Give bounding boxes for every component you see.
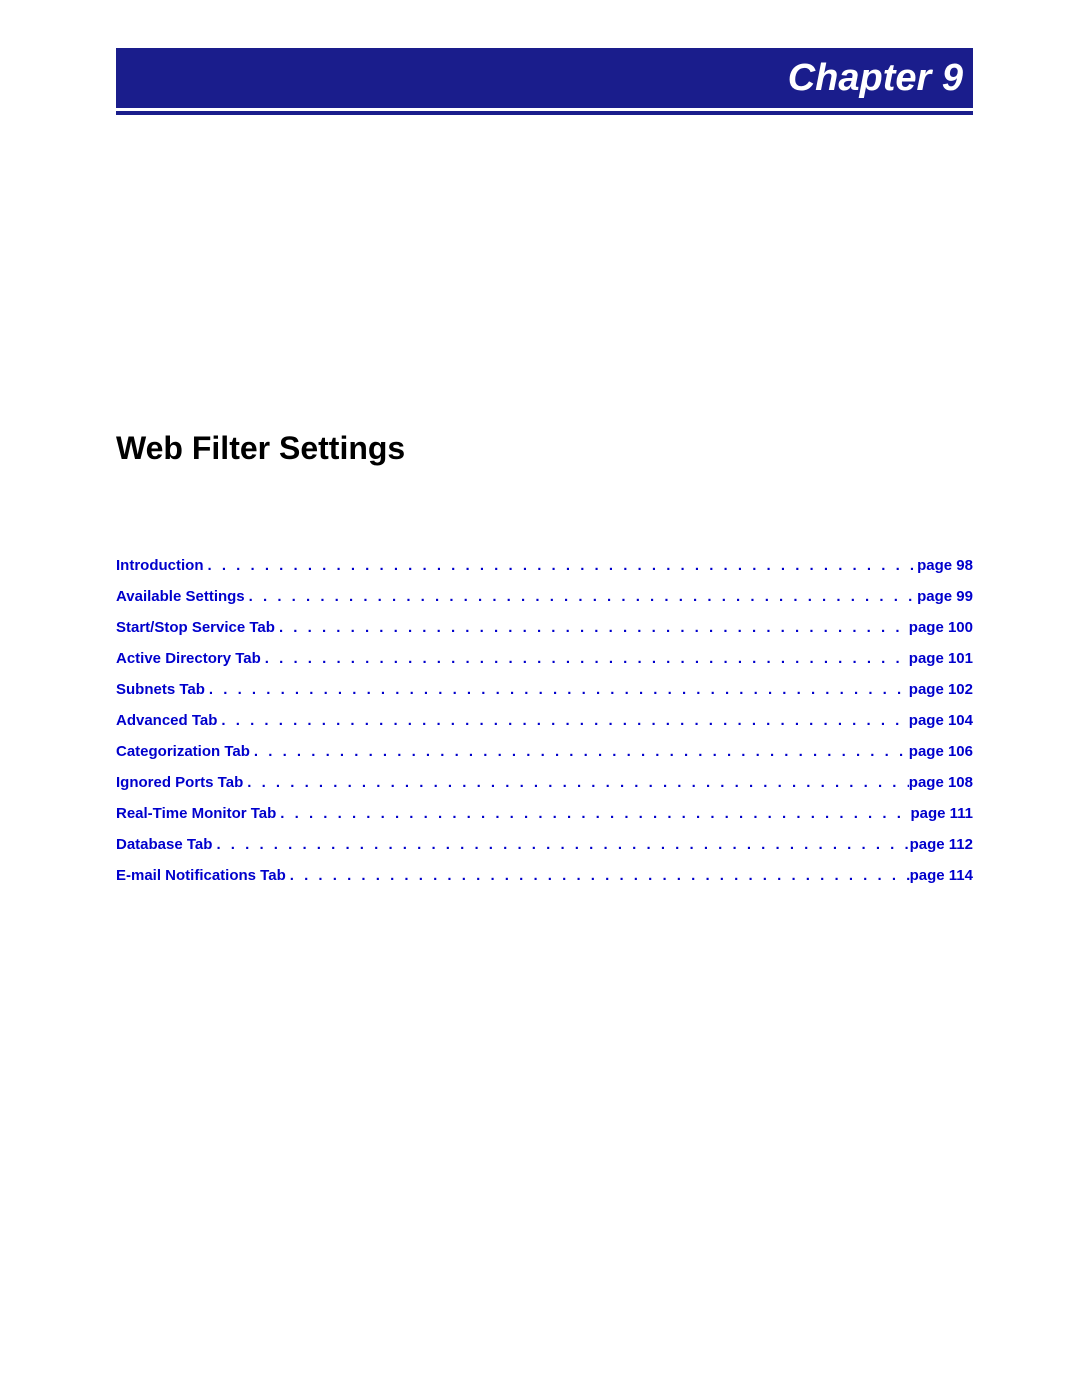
toc-entry[interactable]: Available Settings page 99 <box>116 588 973 605</box>
toc-leader-dots <box>203 557 917 574</box>
toc-leader-dots <box>205 681 909 698</box>
toc-entry-label: Introduction <box>116 557 203 574</box>
toc-entry-label: Categorization Tab <box>116 743 250 760</box>
toc-entry-page: page 102 <box>909 681 973 698</box>
toc-entry-page: page 111 <box>910 805 973 822</box>
toc-entry-page: page 108 <box>909 774 973 791</box>
toc-entry[interactable]: Real-Time Monitor Tab page 111 <box>116 805 973 822</box>
toc-entry[interactable]: Categorization Tab page 106 <box>116 743 973 760</box>
toc-entry-page: page 98 <box>917 557 973 574</box>
toc-entry-page: page 99 <box>917 588 973 605</box>
toc-entry-label: Available Settings <box>116 588 245 605</box>
toc-entry-label: Active Directory Tab <box>116 650 261 667</box>
toc-entry-label: Advanced Tab <box>116 712 217 729</box>
document-page: Chapter 9 Web Filter Settings Introducti… <box>0 0 1080 1397</box>
toc-leader-dots <box>276 805 910 822</box>
chapter-banner: Chapter 9 <box>116 48 973 108</box>
toc-leader-dots <box>217 712 908 729</box>
toc-entry-page: page 112 <box>910 836 973 853</box>
banner-underline <box>116 111 973 115</box>
toc-entry[interactable]: Introduction page 98 <box>116 557 973 574</box>
toc-entry[interactable]: Database Tab page 112 <box>116 836 973 853</box>
toc-entry-label: Database Tab <box>116 836 212 853</box>
toc-entry[interactable]: Advanced Tab page 104 <box>116 712 973 729</box>
toc-entry-label: Subnets Tab <box>116 681 205 698</box>
toc-entry[interactable]: Ignored Ports Tab page 108 <box>116 774 973 791</box>
toc-leader-dots <box>245 588 917 605</box>
toc-entry-page: page 114 <box>910 867 973 884</box>
chapter-label: Chapter 9 <box>788 57 963 100</box>
toc-leader-dots <box>250 743 909 760</box>
toc-entry-page: page 100 <box>909 619 973 636</box>
toc-leader-dots <box>275 619 909 636</box>
table-of-contents: Introduction page 98 Available Settings … <box>116 557 973 884</box>
toc-leader-dots <box>243 774 909 791</box>
toc-entry-label: Start/Stop Service Tab <box>116 619 275 636</box>
toc-entry-label: Real-Time Monitor Tab <box>116 805 276 822</box>
toc-entry-label: Ignored Ports Tab <box>116 774 243 791</box>
toc-entry[interactable]: Subnets Tab page 102 <box>116 681 973 698</box>
toc-entry-label: E-mail Notifications Tab <box>116 867 286 884</box>
toc-entry-page: page 104 <box>909 712 973 729</box>
toc-leader-dots <box>261 650 909 667</box>
toc-entry[interactable]: E-mail Notifications Tab page 114 <box>116 867 973 884</box>
toc-entry-page: page 106 <box>909 743 973 760</box>
page-title: Web Filter Settings <box>116 430 973 467</box>
toc-leader-dots <box>212 836 909 853</box>
toc-entry[interactable]: Active Directory Tab page 101 <box>116 650 973 667</box>
toc-entry[interactable]: Start/Stop Service Tab page 100 <box>116 619 973 636</box>
toc-entry-page: page 101 <box>909 650 973 667</box>
toc-leader-dots <box>286 867 910 884</box>
